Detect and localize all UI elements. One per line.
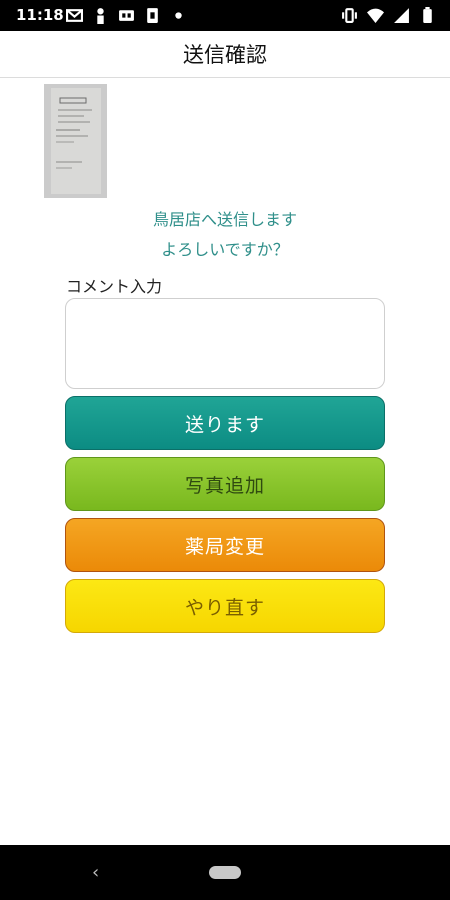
send-button[interactable]: 送ります (65, 396, 385, 450)
redo-button[interactable]: やり直す (65, 579, 385, 633)
receipt-image (44, 84, 107, 198)
signal-icon (394, 8, 409, 23)
comment-label: コメント入力 (66, 277, 163, 296)
person-icon (97, 8, 104, 24)
cc-icon (119, 10, 134, 21)
back-nav-icon[interactable]: ‹ (92, 862, 99, 883)
storage-icon (147, 8, 158, 23)
system-icons (341, 7, 436, 24)
dot-icon (175, 12, 182, 19)
receipt-photo-thumbnail[interactable] (44, 84, 107, 198)
app-bar: 送信確認 (0, 31, 450, 78)
status-time: 11:18 (16, 6, 64, 24)
change-pharmacy-button[interactable]: 薬局変更 (65, 518, 385, 572)
home-nav-pill[interactable] (209, 866, 241, 879)
status-bar: 11:18 (0, 0, 450, 31)
gmail-icon (66, 9, 83, 22)
comment-input[interactable] (65, 298, 385, 389)
confirm-message-line2: よろしいですか？ (161, 240, 289, 259)
navigation-bar: ‹ (0, 845, 450, 900)
vibrate-icon (342, 8, 357, 23)
add-photo-button[interactable]: 写真追加 (65, 457, 385, 511)
battery-icon (423, 7, 432, 23)
wifi-icon (367, 8, 384, 23)
confirm-message-line1: 鳥居店へ送信します (152, 210, 297, 229)
page-title: 送信確認 (183, 43, 267, 67)
notification-icons (66, 7, 187, 24)
